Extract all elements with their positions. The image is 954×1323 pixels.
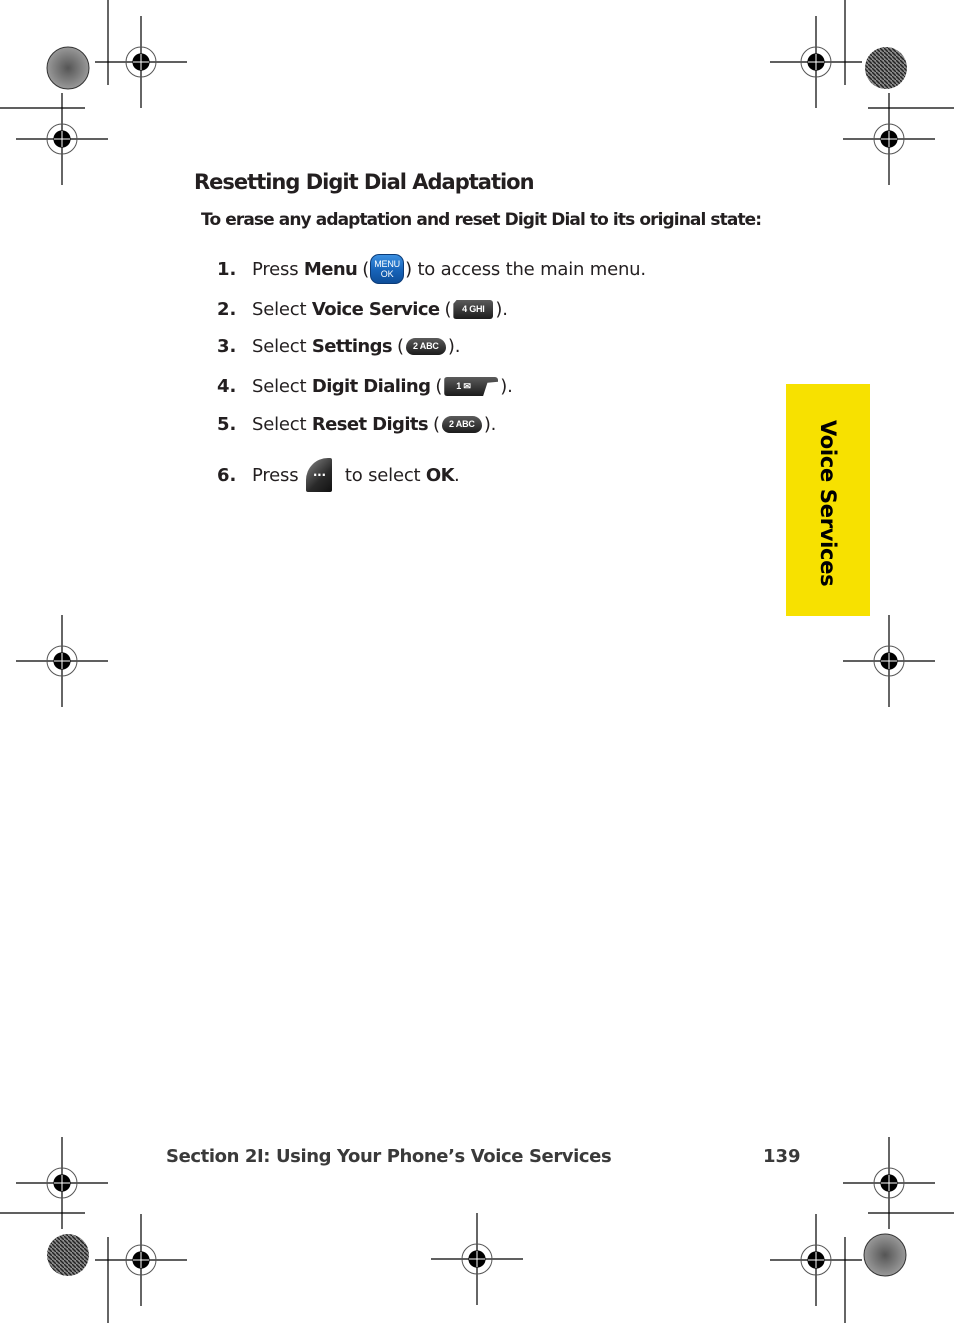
registration-target-icon [16,615,108,707]
section-heading: Resetting Digit Dial Adaptation [194,170,535,194]
registration-target-icon [770,1214,862,1306]
step-3: 3. Select Settings ( 2 ABC ) . [217,336,461,357]
voice-service-label: Voice Service [311,299,440,320]
intro-text: To erase any adaptation and reset Digit … [201,210,762,230]
right-softkey-icon: ··· [306,458,333,492]
side-tab-label: Voice Services [816,420,840,587]
reset-digits-label: Reset Digits [311,414,429,435]
registration-target-icon [843,1137,935,1229]
registration-target-icon [770,16,862,108]
step-number: 2. [217,299,237,320]
step-number: 5. [217,414,237,435]
step-number: 4. [217,376,237,397]
printer-registration-marks [0,0,954,1323]
step-4: 4. Select Digit Dialing ( 1 ✉ ) . [217,376,513,397]
step-number: 3. [217,336,237,357]
step-number: 1. [217,258,237,280]
step-text: Select [252,299,312,320]
footer-section-title: Section 2I: Using Your Phone’s Voice Ser… [166,1146,612,1167]
key-2-icon: 2 ABC [441,416,482,433]
registration-target-icon [95,1214,187,1306]
step-6: 6. Press ··· to select OK . [217,458,460,492]
chapter-side-tab: Voice Services [786,384,870,616]
step-1: 1. Press Menu ( MENU OK ) to access the m… [217,254,646,284]
settings-label: Settings [311,336,393,357]
page-number: 139 [763,1146,801,1167]
step-text: to select [339,464,426,486]
star-target-icon [46,46,907,1277]
moire-target-icon [47,47,907,1276]
ok-label: OK [425,464,455,486]
step-text: Select [252,376,312,397]
key-4-icon: 4 GHI [453,300,494,319]
registration-target-icon [431,1213,523,1305]
step-text: to access the main menu. [411,258,646,280]
menu-ok-key-icon: MENU OK [370,254,405,284]
step-5: 5. Select Reset Digits ( 2 ABC ) . [217,414,497,435]
step-text: Select [252,336,312,357]
step-number: 6. [217,464,237,486]
registration-target-icon [16,93,108,185]
key-2-icon: 2 ABC [405,338,446,355]
step-text: Select [252,414,312,435]
registration-target-icon [16,1137,108,1229]
registration-target-icon [843,93,935,185]
digit-dialing-label: Digit Dialing [311,376,431,397]
registration-target-icon [95,16,187,108]
key-1-icon: 1 ✉ [444,377,499,396]
manual-page: Resetting Digit Dial Adaptation To erase… [0,0,954,1323]
registration-target-icon [843,615,935,707]
step-text: Press [252,464,299,486]
step-2: 2. Select Voice Service ( 4 GHI ) . [217,299,508,320]
step-text: Press [252,258,304,280]
menu-label: Menu [303,258,358,280]
